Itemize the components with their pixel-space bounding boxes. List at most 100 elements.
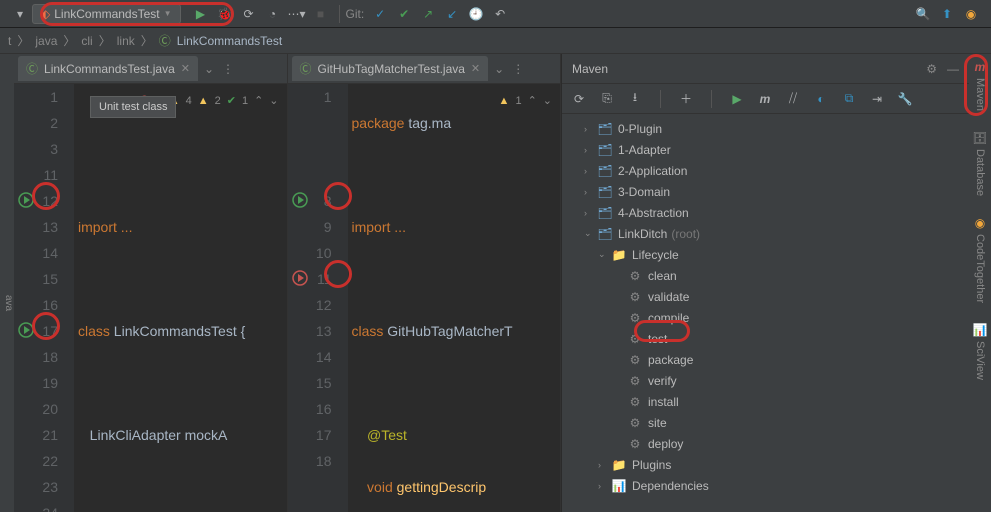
coverage-button[interactable]: ⟳ (239, 4, 259, 24)
crumb[interactable]: java (35, 34, 57, 48)
editor-pane-right: Ⓒ GitHubTagMatcherTest.java ✕ ⌄ ⋮ ▲1 ⌃ ⌄… (288, 54, 562, 512)
lifecycle-goal-site[interactable]: ⚙site (562, 412, 969, 433)
dependencies-folder[interactable]: ›📊Dependencies (562, 475, 969, 496)
codetogether-tab[interactable]: ◉CodeTogether (974, 216, 986, 303)
git-commit-icon[interactable]: ✔ (394, 4, 414, 24)
line-num: 1 (288, 84, 332, 110)
line-num: 9 (288, 214, 332, 240)
download-icon[interactable]: ⭳ (626, 90, 644, 108)
ide-logo-icon[interactable]: ◉ (961, 4, 981, 24)
left-tool-strip: ava e t m ts (0, 54, 14, 512)
sync-icon[interactable]: ⬆ (937, 4, 957, 24)
lifecycle-goal-install[interactable]: ⚙install (562, 391, 969, 412)
reload-icon[interactable]: ⟳ (570, 90, 588, 108)
crumb[interactable]: link (117, 34, 135, 48)
line-num: 22 (14, 448, 58, 474)
crumb[interactable]: cli (81, 34, 92, 48)
up-icon[interactable]: ⌃ (528, 88, 537, 114)
collapse-icon[interactable]: ⇥ (868, 90, 886, 108)
lifecycle-goal-compile[interactable]: ⚙compile (562, 307, 969, 328)
run-icon[interactable]: ▶ (728, 90, 746, 108)
line-gutter: 1 2 3 11 12 13 14 15 16 17 18 19 (14, 84, 74, 512)
inspection-status[interactable]: ▲1 ⌃ ⌄ (499, 88, 552, 114)
warn-count: 4 (186, 88, 192, 114)
run-test-icon[interactable] (18, 322, 34, 338)
ok-count: 1 (242, 88, 248, 114)
line-num: 16 (14, 292, 58, 318)
lifecycle-goal-test[interactable]: ⚙test (562, 328, 969, 349)
crumb-file[interactable]: LinkCommandsTest (177, 34, 282, 48)
database-tab[interactable]: 🗄Database (972, 131, 987, 196)
git-rollback-icon[interactable]: ↶ (490, 4, 510, 24)
close-icon[interactable]: ✕ (471, 62, 480, 75)
crumb[interactable]: t (8, 34, 11, 48)
lifecycle-goal-validate[interactable]: ⚙validate (562, 286, 969, 307)
warn-count: 2 (215, 88, 221, 114)
line-num: 16 (288, 396, 332, 422)
maven-root[interactable]: ⌄🗂LinkDitch(root) (562, 223, 969, 244)
run-config-icon: ⬖ (41, 7, 50, 21)
sciview-tab[interactable]: 📊SciView (973, 323, 988, 380)
line-gutter: 1 8 9 10 11 12 13 14 15 16 (288, 84, 348, 512)
run-button[interactable]: ▶ (191, 4, 211, 24)
down-icon[interactable]: ⌄ (543, 88, 552, 114)
git-push-icon[interactable]: ↗ (418, 4, 438, 24)
line-num: 10 (288, 240, 332, 266)
more-icon[interactable]: ⋮ (512, 62, 524, 76)
plugins-folder[interactable]: ›📁Plugins (562, 454, 969, 475)
git-pull-icon[interactable]: ↙ (442, 4, 462, 24)
search-icon[interactable]: 🔍 (913, 4, 933, 24)
profile-button[interactable]: ◔ (263, 4, 283, 24)
line-num: 8 (288, 188, 332, 214)
maven-tab[interactable]: mMaven (974, 60, 986, 111)
add-icon[interactable]: ＋ (677, 90, 695, 108)
run-test-icon[interactable] (292, 270, 308, 286)
chevron-down-icon[interactable]: ⌄ (204, 62, 214, 76)
down-icon[interactable]: ⌄ (269, 88, 278, 114)
minimize-icon[interactable]: — (947, 62, 959, 76)
code-body[interactable]: import ... class LinkCommandsTest { Link… (74, 84, 287, 512)
class-icon: Ⓒ (159, 32, 171, 49)
project-icon[interactable]: ▾ (10, 4, 30, 24)
editor-tab[interactable]: Ⓒ LinkCommandsTest.java ✕ (18, 56, 198, 81)
editor-tab[interactable]: Ⓒ GitHubTagMatcherTest.java ✕ (292, 56, 489, 81)
tooltip: Unit test class (90, 96, 176, 118)
close-icon[interactable]: ✕ (181, 62, 190, 75)
more-run-icon[interactable]: ⋯▾ (287, 4, 307, 24)
maven-tool-window: Maven ⚙ — ⟳ ⎘ ⭳ ＋ ▶ m ⧸⧸ ◐ ⧉ ⇥ 🔧 ›🗂0-Plu… (561, 54, 969, 512)
line-num: 2 (14, 110, 58, 136)
offline-icon[interactable]: ◐ (812, 90, 830, 108)
generate-icon[interactable]: ⎘ (598, 90, 616, 108)
maven-module[interactable]: ›🗂4-Abstraction (562, 202, 969, 223)
chevron-down-icon[interactable]: ⌄ (494, 62, 504, 76)
up-icon[interactable]: ⌃ (254, 88, 263, 114)
more-icon[interactable]: ⋮ (222, 62, 234, 76)
code-body[interactable]: package tag.ma import ... class GitHubTa… (348, 84, 561, 512)
tab-bar: Ⓒ LinkCommandsTest.java ✕ ⌄ ⋮ (14, 54, 287, 84)
lifecycle-goal-deploy[interactable]: ⚙deploy (562, 433, 969, 454)
lifecycle-goal-clean[interactable]: ⚙clean (562, 265, 969, 286)
run-class-icon[interactable] (292, 192, 308, 208)
settings-icon[interactable]: 🔧 (896, 90, 914, 108)
maven-module[interactable]: ›🗂2-Application (562, 160, 969, 181)
lifecycle-folder[interactable]: ⌄📁Lifecycle (562, 244, 969, 265)
gear-icon[interactable]: ⚙ (926, 62, 937, 76)
skip-tests-icon[interactable]: ⧸⧸ (784, 90, 802, 108)
maven-module[interactable]: ›🗂0-Plugin (562, 118, 969, 139)
git-update-icon[interactable]: ✓ (370, 4, 390, 24)
lifecycle-goal-verify[interactable]: ⚙verify (562, 370, 969, 391)
line-num: 18 (14, 344, 58, 370)
maven-module[interactable]: ›🗂3-Domain (562, 181, 969, 202)
maven-m-icon[interactable]: m (756, 90, 774, 108)
line-num: 13 (14, 214, 58, 240)
lifecycle-goal-package[interactable]: ⚙package (562, 349, 969, 370)
maven-module[interactable]: ›🗂1-Adapter (562, 139, 969, 160)
debug-button[interactable]: 🐞 (215, 4, 235, 24)
git-history-icon[interactable]: 🕘 (466, 4, 486, 24)
run-config-selector[interactable]: ⬖ LinkCommandsTest ▼ (32, 4, 181, 24)
line-num (288, 110, 332, 136)
editor-pane-left: Ⓒ LinkCommandsTest.java ✕ ⌄ ⋮ Unit test … (14, 54, 288, 512)
run-class-icon[interactable] (18, 192, 34, 208)
line-num: 18 (288, 448, 332, 474)
dependencies-icon[interactable]: ⧉ (840, 90, 858, 108)
